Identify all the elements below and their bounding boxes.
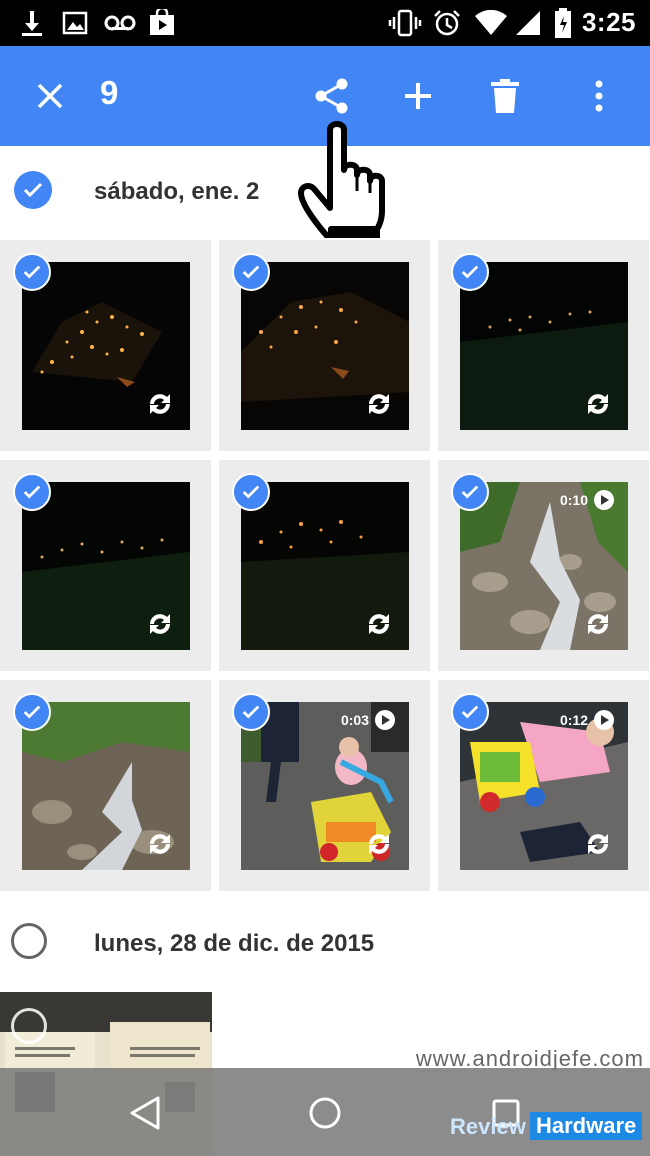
photo-thumbnail: 0:03 bbox=[241, 702, 409, 870]
photo-thumbnail: 0:12 bbox=[460, 702, 628, 870]
badge-review-text: Review bbox=[450, 1114, 526, 1139]
date-section-header: lunes, 28 de dic. de 2015 bbox=[0, 896, 650, 988]
select-all-checkbox[interactable] bbox=[14, 171, 52, 209]
play-icon bbox=[375, 710, 395, 730]
alarm-icon bbox=[432, 8, 462, 38]
more-options-button[interactable] bbox=[574, 71, 624, 121]
photo-tile[interactable] bbox=[0, 460, 211, 671]
section-date-title: lunes, 28 de dic. de 2015 bbox=[94, 930, 375, 957]
clock: 3:25 bbox=[581, 7, 636, 37]
checkmark-icon bbox=[23, 182, 43, 198]
photo-tile[interactable] bbox=[0, 240, 211, 451]
select-checkbox[interactable] bbox=[11, 1008, 47, 1044]
share-icon bbox=[315, 78, 348, 114]
photo-thumbnail bbox=[22, 482, 190, 650]
close-icon bbox=[37, 83, 63, 109]
section-date-title: sábado, ene. 2 bbox=[94, 178, 260, 205]
photo-grid: 0:10 0:03 0:12 bbox=[0, 238, 650, 891]
selected-check-icon[interactable] bbox=[232, 473, 270, 511]
selected-check-icon[interactable] bbox=[451, 473, 489, 511]
video-tile[interactable]: 0:03 bbox=[219, 680, 430, 891]
play-icon bbox=[594, 490, 614, 510]
home-button[interactable] bbox=[302, 1090, 348, 1136]
video-duration-label: 0:03 bbox=[341, 710, 395, 730]
share-button[interactable] bbox=[307, 71, 357, 121]
sync-icon bbox=[369, 614, 389, 634]
trash-icon bbox=[491, 79, 519, 113]
selected-check-icon[interactable] bbox=[13, 473, 51, 511]
photo-thumbnail: 0:10 bbox=[460, 482, 628, 650]
sync-icon bbox=[588, 834, 608, 854]
sync-icon bbox=[150, 614, 170, 634]
delete-button[interactable] bbox=[480, 71, 530, 121]
back-icon bbox=[130, 1096, 160, 1130]
back-button[interactable] bbox=[122, 1090, 168, 1136]
home-icon bbox=[309, 1097, 341, 1129]
selected-check-icon[interactable] bbox=[451, 693, 489, 731]
sync-icon bbox=[588, 614, 608, 634]
vibrate-icon bbox=[388, 8, 422, 38]
sync-icon bbox=[150, 394, 170, 414]
voicemail-icon bbox=[104, 8, 136, 38]
close-button[interactable] bbox=[25, 71, 75, 121]
add-to-album-button[interactable] bbox=[393, 71, 443, 121]
signal-icon bbox=[514, 8, 542, 38]
photo-thumbnail bbox=[241, 262, 409, 430]
play-icon bbox=[594, 710, 614, 730]
sync-icon bbox=[369, 834, 389, 854]
selected-check-icon[interactable] bbox=[232, 693, 270, 731]
selected-check-icon[interactable] bbox=[451, 253, 489, 291]
selected-check-icon[interactable] bbox=[232, 253, 270, 291]
selected-count: 9 bbox=[100, 74, 119, 111]
select-all-checkbox[interactable] bbox=[11, 923, 47, 959]
selected-check-icon[interactable] bbox=[13, 693, 51, 731]
download-icon bbox=[20, 8, 44, 38]
badge-hardware-text: Hardware bbox=[530, 1112, 643, 1140]
image-icon bbox=[62, 8, 88, 38]
video-duration-label: 0:10 bbox=[560, 490, 614, 510]
video-tile[interactable]: 0:10 bbox=[438, 460, 649, 671]
photo-thumbnail bbox=[22, 262, 190, 430]
sync-icon bbox=[588, 394, 608, 414]
photo-thumbnail bbox=[22, 702, 190, 870]
photo-tile[interactable] bbox=[219, 460, 430, 671]
photo-thumbnail bbox=[241, 482, 409, 650]
photo-tile[interactable] bbox=[438, 240, 649, 451]
sync-icon bbox=[369, 394, 389, 414]
sync-icon bbox=[150, 834, 170, 854]
photo-thumbnail bbox=[460, 262, 628, 430]
store-icon bbox=[148, 8, 176, 38]
more-vert-icon bbox=[595, 80, 603, 112]
selected-check-icon[interactable] bbox=[13, 253, 51, 291]
wifi-icon bbox=[474, 8, 508, 38]
battery-icon bbox=[554, 8, 572, 38]
pointing-hand-icon bbox=[298, 121, 385, 242]
video-tile[interactable]: 0:12 bbox=[438, 680, 649, 891]
video-duration-label: 0:12 bbox=[560, 710, 614, 730]
plus-icon bbox=[405, 83, 431, 109]
photo-tile[interactable] bbox=[0, 680, 211, 891]
photo-tile[interactable] bbox=[219, 240, 430, 451]
status-bar: 3:25 bbox=[0, 0, 650, 46]
